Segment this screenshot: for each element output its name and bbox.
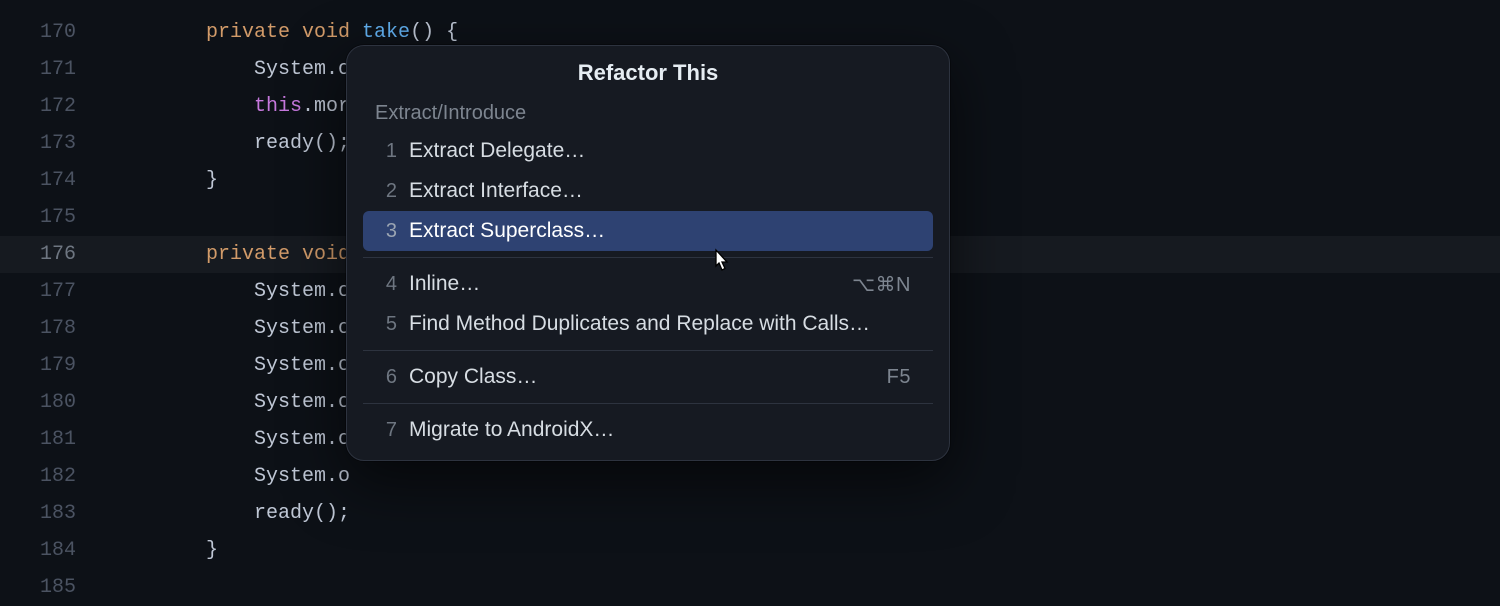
menu-item-number: 6	[379, 366, 409, 389]
gutter-line-number: 178	[0, 310, 110, 347]
popup-items: 1Extract Delegate…2Extract Interface…3Ex…	[347, 131, 949, 450]
code-token: this	[254, 95, 302, 118]
menu-separator	[363, 403, 933, 404]
code-token: System.o	[254, 58, 350, 81]
menu-item-label: Inline…	[409, 272, 852, 296]
code-token: System.o	[254, 317, 350, 340]
code-token	[110, 58, 254, 81]
refactor-popup: Refactor This Extract/Introduce 1Extract…	[346, 45, 950, 461]
menu-item-label: Extract Delegate…	[409, 139, 911, 163]
menu-item[interactable]: 6Copy Class…F5	[363, 357, 933, 397]
code-token: System.o	[254, 280, 350, 303]
code-token: .mor	[302, 95, 350, 118]
menu-item-label: Migrate to AndroidX…	[409, 418, 911, 442]
code-token	[110, 21, 206, 44]
gutter-line-number: 182	[0, 458, 110, 495]
code-token: System.o	[254, 391, 350, 414]
code-token	[110, 280, 254, 303]
gutter-line-number: 172	[0, 88, 110, 125]
menu-separator	[363, 257, 933, 258]
code-token	[110, 243, 206, 266]
menu-item-number: 3	[379, 220, 409, 243]
code-token: System.o	[254, 465, 350, 488]
code-token	[110, 317, 254, 340]
code-token: private	[206, 21, 302, 44]
gutter-line-number: 180	[0, 384, 110, 421]
gutter-line-number: 173	[0, 125, 110, 162]
gutter-line-number: 176	[0, 236, 110, 273]
gutter-line-number: 179	[0, 347, 110, 384]
menu-item[interactable]: 2Extract Interface…	[363, 171, 933, 211]
gutter-line-number: 181	[0, 421, 110, 458]
code-token: }	[206, 169, 218, 192]
code-token	[110, 95, 254, 118]
menu-item-number: 1	[379, 140, 409, 163]
code-token	[110, 502, 254, 525]
menu-item-shortcut: F5	[887, 366, 911, 389]
code-token	[110, 428, 254, 451]
menu-item-shortcut: ⌥⌘N	[852, 272, 911, 297]
menu-separator	[363, 350, 933, 351]
code-token: }	[206, 539, 218, 562]
menu-item-label: Extract Superclass…	[409, 219, 911, 243]
gutter-line-number: 175	[0, 199, 110, 236]
popup-title: Refactor This	[347, 46, 949, 102]
code-token: ready();	[254, 502, 350, 525]
menu-item[interactable]: 3Extract Superclass…	[363, 211, 933, 251]
gutter-line-number: 171	[0, 51, 110, 88]
code-token: take	[362, 21, 410, 44]
menu-item-label: Find Method Duplicates and Replace with …	[409, 312, 911, 336]
menu-item-number: 4	[379, 273, 409, 296]
code-token	[110, 391, 254, 414]
gutter-line-number: 170	[0, 14, 110, 51]
code-line: System.o	[110, 458, 1500, 495]
gutter-line-number: 174	[0, 162, 110, 199]
gutter-line-number: 184	[0, 532, 110, 569]
code-token	[110, 465, 254, 488]
code-token	[110, 539, 206, 562]
code-token	[110, 132, 254, 155]
menu-item[interactable]: 1Extract Delegate…	[363, 131, 933, 171]
code-token: void	[302, 21, 362, 44]
menu-item-label: Extract Interface…	[409, 179, 911, 203]
gutter-line-number: 177	[0, 273, 110, 310]
code-token: private	[206, 243, 302, 266]
code-line: }	[110, 532, 1500, 569]
menu-item[interactable]: 4Inline…⌥⌘N	[363, 264, 933, 304]
code-token: System.o	[254, 428, 350, 451]
code-token: ready();	[254, 132, 350, 155]
menu-item-label: Copy Class…	[409, 365, 887, 389]
code-token: () {	[410, 21, 458, 44]
menu-item-number: 2	[379, 180, 409, 203]
code-line	[110, 569, 1500, 606]
code-token: void	[302, 243, 350, 266]
popup-section-header: Extract/Introduce	[347, 102, 949, 131]
code-token	[110, 169, 206, 192]
code-line: ready();	[110, 495, 1500, 532]
menu-item[interactable]: 5Find Method Duplicates and Replace with…	[363, 304, 933, 344]
gutter-line-number: 183	[0, 495, 110, 532]
menu-item-number: 5	[379, 313, 409, 336]
gutter: 1701711721731741751761771781791801811821…	[0, 0, 110, 600]
menu-item-number: 7	[379, 419, 409, 442]
code-token: System.o	[254, 354, 350, 377]
gutter-line-number: 185	[0, 569, 110, 606]
code-token	[110, 354, 254, 377]
menu-item[interactable]: 7Migrate to AndroidX…	[363, 410, 933, 450]
